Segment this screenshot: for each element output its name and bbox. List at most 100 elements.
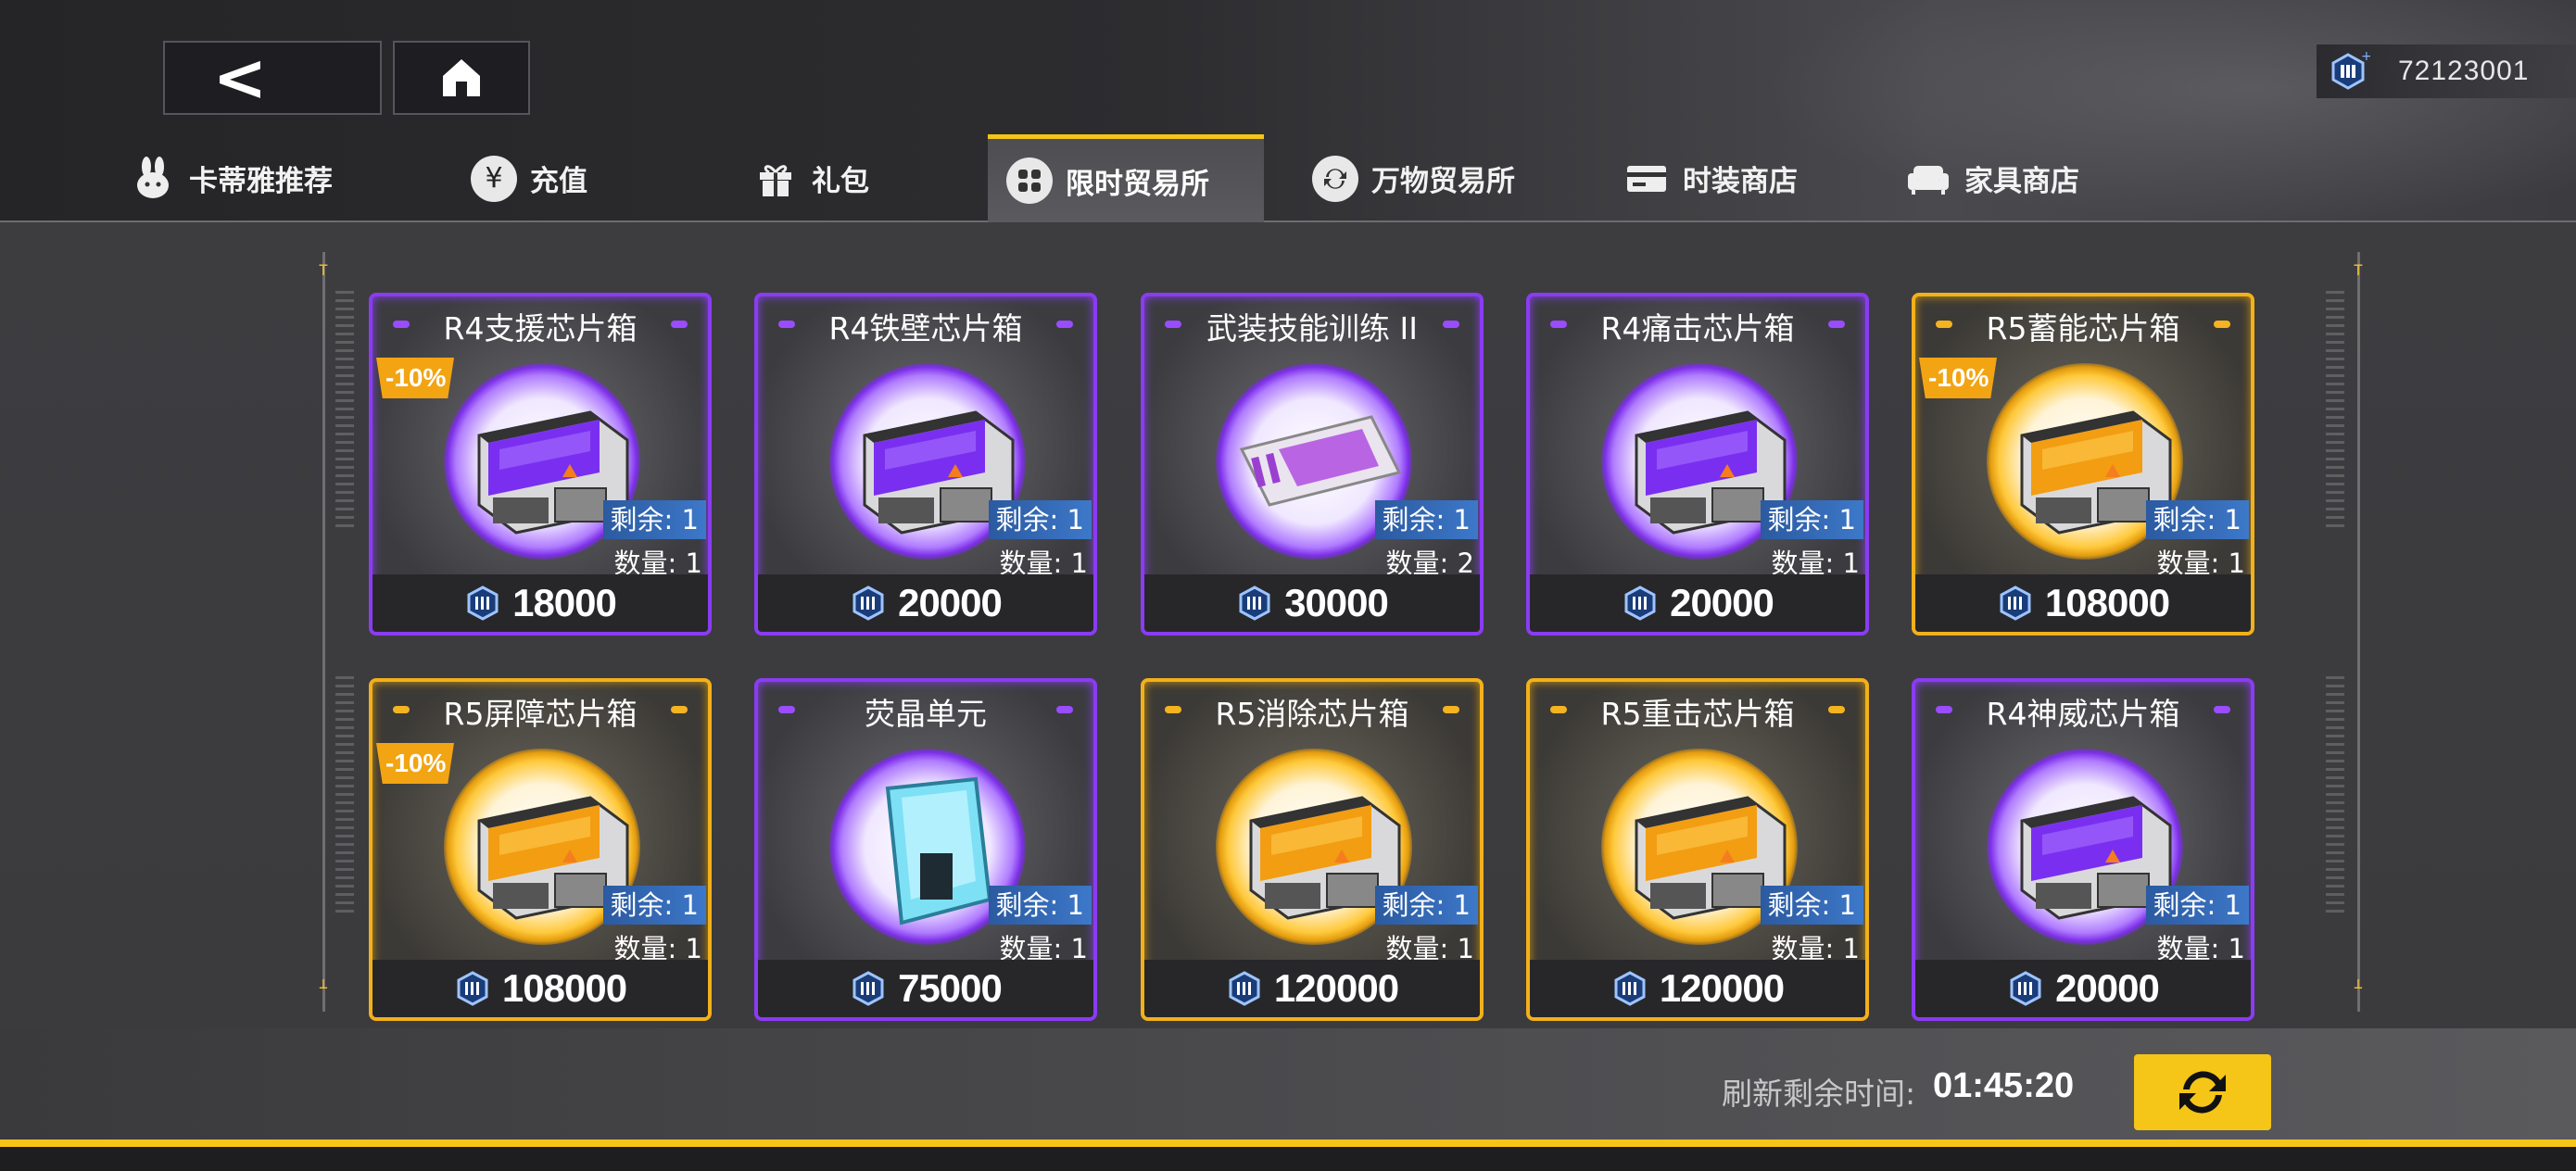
shop-item-card[interactable]: 荧晶单元 剩余: 1 数量: 1 75000: [754, 678, 1097, 1021]
discount-badge: -10%: [376, 743, 454, 784]
shop-item-card[interactable]: 武装技能训练 II II 剩余: 1 数量: 2 30000: [1141, 293, 1484, 636]
tab-costume-shop[interactable]: 时装商店: [1623, 134, 1798, 222]
remaining-badge: 剩余: 1: [2145, 500, 2249, 539]
item-title: R4支援芯片箱: [443, 310, 638, 346]
price-bar: 20000: [758, 574, 1093, 632]
tab-label: 礼包: [812, 165, 869, 198]
price-value: 75000: [898, 966, 1003, 1010]
refresh-icon: [2179, 1071, 2226, 1114]
shop-item-card[interactable]: R4痛击芯片箱 剩余: 1 数量: 1 20000: [1526, 293, 1869, 636]
item-title: R5蓄能芯片箱: [1986, 310, 2180, 346]
price-value: 20000: [898, 581, 1003, 624]
shop-item-card[interactable]: R4神威芯片箱 剩余: 1 数量: 1 20000: [1912, 678, 2254, 1021]
item-title: R4痛击芯片箱: [1600, 310, 1795, 346]
left-frame-decoration: T ⊥: [309, 243, 337, 1021]
discount-badge: -10%: [1919, 358, 1997, 398]
gift-icon: [752, 156, 799, 202]
stripe-decoration: [2326, 676, 2344, 917]
frame-marker: ⊥: [2354, 975, 2363, 992]
yen-icon: ¥: [471, 155, 517, 202]
svg-text:+: +: [2361, 49, 2370, 64]
stripe-decoration: [2326, 291, 2344, 532]
frame-line: [2357, 252, 2360, 1012]
shop-item-card[interactable]: R4铁壁芯片箱 剩余: 1 数量: 1 20000: [754, 293, 1097, 636]
price-value: 20000: [1670, 581, 1774, 624]
price-value: 18000: [512, 581, 617, 624]
refresh-button[interactable]: [2134, 1054, 2271, 1130]
price-bar: 120000: [1530, 960, 1865, 1017]
card-icon: [1623, 156, 1670, 202]
tab-gift-pack[interactable]: 礼包: [752, 134, 869, 222]
price-value: 120000: [1273, 966, 1399, 1010]
crystal-currency-icon: [852, 586, 884, 621]
shop-item-card[interactable]: R4支援芯片箱 -10% 剩余: 1 数量: 1 18000: [369, 293, 712, 636]
price-bar: 30000: [1144, 574, 1480, 632]
refresh-label: 刷新剩余时间:: [1722, 1076, 1916, 1112]
tab-furniture-shop[interactable]: 家具商店: [1905, 134, 2079, 222]
shop-item-card[interactable]: R5屏障芯片箱 -10% 剩余: 1 数量: 1 108000: [369, 678, 712, 1021]
frame-marker: ⊥: [319, 975, 328, 992]
remaining-badge: 剩余: 1: [988, 500, 1092, 539]
tab-label: 时装商店: [1683, 165, 1798, 198]
remaining-badge: 剩余: 1: [602, 500, 706, 539]
shop-tabs: 卡蒂雅推荐 ¥ 充值 礼包 限时贸易所 万物贸易所 时装商店 家具商店: [0, 134, 2576, 222]
shop-item-card[interactable]: R5重击芯片箱 剩余: 1 数量: 1 120000: [1526, 678, 1869, 1021]
tab-label: 卡蒂雅推荐: [189, 165, 333, 198]
price-bar: 108000: [1915, 574, 2251, 632]
right-frame-decoration: T ⊥: [2344, 243, 2372, 1021]
item-title: R4神威芯片箱: [1986, 696, 2180, 732]
tab-recharge[interactable]: ¥ 充值: [471, 134, 587, 222]
tab-limited-trade[interactable]: 限时贸易所: [988, 134, 1264, 222]
item-title: R5重击芯片箱: [1600, 696, 1795, 732]
tab-label: 家具商店: [1964, 165, 2079, 198]
discount-badge: -10%: [376, 358, 454, 398]
price-value: 108000: [2044, 581, 2170, 624]
price-bar: 75000: [758, 960, 1093, 1017]
tab-label: 限时贸易所: [1066, 167, 1209, 201]
crystal-currency-icon: [852, 971, 884, 1006]
tab-universal-trade[interactable]: 万物贸易所: [1312, 134, 1515, 222]
price-value: 120000: [1659, 966, 1785, 1010]
sofa-icon: [1905, 156, 1951, 202]
price-value: 30000: [1284, 581, 1389, 624]
price-value: 20000: [2055, 966, 2160, 1010]
remaining-badge: 剩余: 1: [1374, 886, 1478, 925]
back-button[interactable]: <: [163, 40, 382, 116]
tab-label: 充值: [530, 165, 587, 198]
price-bar: 20000: [1915, 960, 2251, 1017]
price-bar: 18000: [373, 574, 708, 632]
grid-icon: [1006, 157, 1053, 204]
stripe-decoration: [335, 676, 354, 917]
frame-marker: T: [2354, 261, 2363, 279]
refresh-countdown: 01:45:20: [1933, 1066, 2075, 1105]
currency-display: + 72123001: [2317, 44, 2576, 98]
remaining-badge: 剩余: 1: [1760, 500, 1863, 539]
crystal-currency-icon: [467, 586, 499, 621]
currency-value: 72123001: [2398, 56, 2530, 86]
item-title: 武装技能训练 II: [1206, 310, 1418, 346]
item-title: R5屏障芯片箱: [443, 696, 638, 732]
crystal-currency-icon: +: [2331, 49, 2370, 90]
bottom-edge: [0, 1147, 2576, 1171]
bottom-accent-line: [0, 1140, 2576, 1147]
rabbit-icon: [130, 156, 176, 202]
price-bar: 20000: [1530, 574, 1865, 632]
price-bar: 120000: [1144, 960, 1480, 1017]
remaining-badge: 剩余: 1: [1760, 886, 1863, 925]
tab-katya-recommend[interactable]: 卡蒂雅推荐: [130, 134, 333, 222]
price-value: 108000: [501, 966, 627, 1010]
crystal-currency-icon: [457, 971, 488, 1006]
price-bar: 108000: [373, 960, 708, 1017]
remaining-badge: 剩余: 1: [2145, 886, 2249, 925]
remaining-badge: 剩余: 1: [988, 886, 1092, 925]
shop-item-card[interactable]: R5蓄能芯片箱 -10% 剩余: 1 数量: 1 108000: [1912, 293, 2254, 636]
home-button[interactable]: [393, 41, 530, 115]
shop-item-card[interactable]: R5消除芯片箱 剩余: 1 数量: 1 120000: [1141, 678, 1484, 1021]
remaining-badge: 剩余: 1: [1374, 500, 1478, 539]
crystal-currency-icon: [2010, 971, 2041, 1006]
item-title: R4铁壁芯片箱: [828, 310, 1023, 346]
crystal-currency-icon: [1624, 586, 1656, 621]
crystal-currency-icon: [1229, 971, 1260, 1006]
shop-screen: < + 72123001 卡蒂雅推荐 ¥ 充值 礼包 限时贸易所 万物贸易所 时…: [0, 0, 2576, 1171]
remaining-badge: 剩余: 1: [602, 886, 706, 925]
